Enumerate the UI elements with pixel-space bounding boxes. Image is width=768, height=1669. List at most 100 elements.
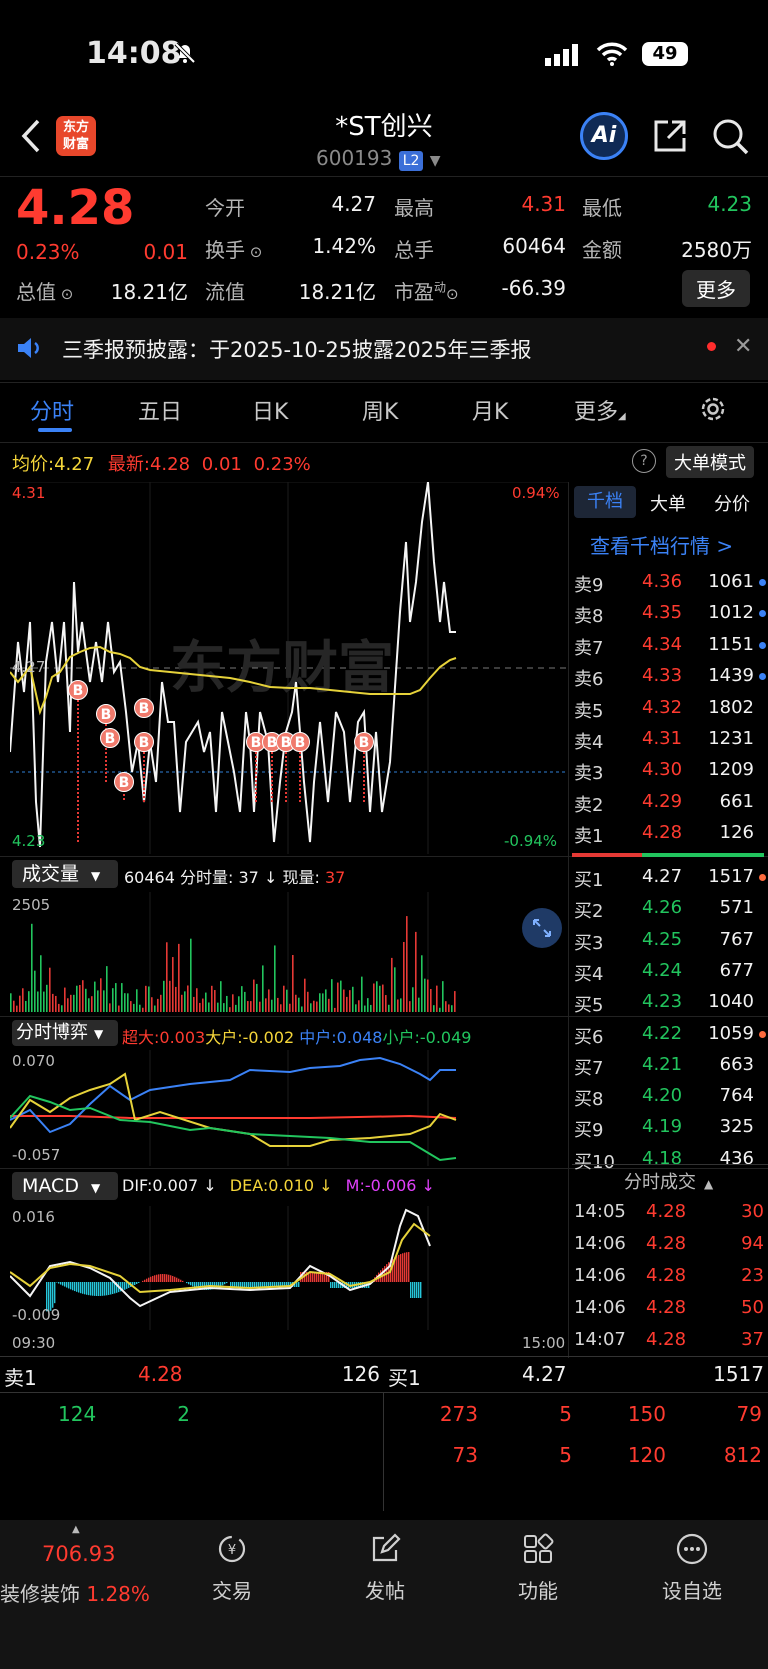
add-watchlist-nav[interactable]: 设自选 — [652, 1532, 732, 1604]
tab-monthly-k[interactable]: 月K — [472, 394, 508, 426]
settings-gear-icon[interactable] — [698, 394, 728, 428]
trade-nav[interactable]: ¥ 交易 — [202, 1532, 262, 1604]
macd-bar — [112, 1282, 114, 1295]
big-order-mode-button[interactable]: 大单模式 — [666, 446, 754, 478]
bid-row[interactable]: 买8 4.20 764 — [572, 1081, 768, 1112]
volume-bar — [184, 991, 186, 1012]
volume-bar — [175, 986, 177, 1012]
status-time: 14:08 — [86, 36, 182, 71]
macd-bar — [298, 1282, 300, 1287]
ask-row[interactable]: 卖2 4.29 661 — [572, 787, 768, 818]
tab-intraday[interactable]: 分时 — [30, 394, 74, 426]
ask-row[interactable]: 卖4 4.31 1231 — [572, 724, 768, 755]
ask-level: 卖4 — [574, 732, 604, 753]
macd-bar — [332, 1282, 334, 1288]
macd-indicator-select[interactable]: MACD ▼ — [12, 1172, 118, 1200]
bobi-axis-max: 0.070 — [12, 1052, 55, 1070]
trade-price: 4.28 — [646, 1297, 687, 1318]
bid-row[interactable]: 买1 4.27 1517 — [572, 862, 768, 893]
tab-five-day[interactable]: 五日 — [138, 394, 182, 426]
intraday-chart[interactable]: 东方财富 4.31 4.27 4.23 0.94% -0.94% B B B B… — [10, 482, 568, 854]
buy-signal-marker[interactable]: B — [134, 698, 154, 718]
ask-row[interactable]: 卖6 4.33 1439 — [572, 661, 768, 692]
volume-bar — [412, 987, 414, 1012]
volume-bar — [199, 1002, 201, 1012]
bid-row[interactable]: 买5 4.23 1040 — [572, 987, 768, 1018]
ask-row[interactable]: 卖5 4.32 1802 — [572, 693, 768, 724]
volume-bar — [139, 1004, 141, 1012]
volume-bar — [142, 1007, 144, 1012]
volume-bar — [118, 1005, 120, 1012]
volume-indicator-select[interactable]: 成交量 ▼ — [12, 860, 118, 888]
ai-assistant-button[interactable]: Ai — [580, 112, 628, 160]
buy-signal-marker[interactable]: B — [100, 728, 120, 748]
trade-price: 4.28 — [646, 1265, 687, 1286]
trades-title[interactable]: 分时成交 ▲ — [624, 1168, 713, 1194]
buy-queue-order: 273 — [439, 1402, 478, 1426]
volume-bar — [52, 993, 54, 1012]
bid-row[interactable]: 买4 4.24 677 — [572, 956, 768, 987]
tab-daily-k[interactable]: 日K — [252, 394, 288, 426]
macd-bar — [408, 1252, 410, 1282]
trade-time: 14:05 — [574, 1201, 626, 1222]
ask-row[interactable]: 卖3 4.30 1209 — [572, 755, 768, 786]
volume-bar — [319, 993, 321, 1012]
bobi-indicator-select[interactable]: 分时博弈 ▼ — [12, 1020, 118, 1046]
macd-bar — [166, 1274, 168, 1282]
battery-icon: 49 — [642, 42, 688, 66]
macd-bar — [176, 1277, 178, 1282]
volume-bar — [55, 995, 57, 1012]
tab-price-dist[interactable]: 分价 — [714, 490, 750, 516]
ask-row[interactable]: 卖7 4.34 1151 — [572, 630, 768, 661]
bid-row[interactable]: 买9 4.19 325 — [572, 1112, 768, 1143]
sector-index-value[interactable]: 706.93 — [42, 1542, 115, 1566]
volume-bar — [451, 1005, 453, 1012]
bid-row[interactable]: 买2 4.26 571 — [572, 893, 768, 924]
buy-signal-marker[interactable]: B — [134, 732, 154, 752]
volume-bar — [334, 1007, 336, 1012]
expand-icon[interactable] — [522, 908, 562, 948]
trade-volume: 30 — [741, 1201, 764, 1222]
ask-row[interactable]: 卖8 4.35 1012 — [572, 598, 768, 629]
sector-index-row[interactable]: 装修装饰 1.28% — [0, 1578, 150, 1607]
help-icon[interactable]: ? — [632, 449, 656, 473]
volume-bar — [289, 1003, 291, 1012]
macd-bar — [104, 1282, 106, 1296]
stock-code-row[interactable]: 600193 L2 ▼ — [316, 146, 441, 171]
close-icon[interactable]: ✕ — [734, 334, 752, 359]
volume-bar — [73, 994, 75, 1012]
macd-bar — [74, 1282, 76, 1292]
bid-row[interactable]: 买7 4.21 663 — [572, 1050, 768, 1081]
volume-bar — [70, 994, 72, 1012]
depth-link[interactable]: 查看千档行情 > — [590, 530, 733, 559]
volume-bar — [295, 994, 297, 1012]
tab-more[interactable]: 更多◢ — [574, 394, 626, 426]
bid-row[interactable]: 买6 4.22 1059 — [572, 1019, 768, 1050]
tab-weekly-k[interactable]: 周K — [362, 394, 398, 426]
ask-row[interactable]: 卖9 4.36 1061 — [572, 567, 768, 598]
buy-signal-marker[interactable]: B — [354, 732, 374, 752]
tab-depth[interactable]: 千档 — [574, 486, 636, 518]
macd-bar — [404, 1252, 406, 1282]
tab-big-orders[interactable]: 大单 — [650, 490, 686, 516]
post-nav[interactable]: 发帖 — [355, 1532, 415, 1604]
buy-signal-marker[interactable]: B — [68, 680, 88, 700]
high-label: 最高 — [394, 196, 434, 220]
ask-price: 4.32 — [642, 696, 683, 718]
share-icon[interactable] — [652, 118, 688, 158]
search-icon[interactable] — [712, 118, 750, 160]
buy-signal-marker[interactable]: B — [114, 772, 134, 792]
function-nav[interactable]: 功能 — [508, 1532, 568, 1604]
macd-bar — [154, 1275, 156, 1282]
buy-signal-marker[interactable]: B — [96, 704, 116, 724]
bid-row[interactable]: 买3 4.25 767 — [572, 925, 768, 956]
macd-bar — [54, 1282, 56, 1304]
macd-bar — [158, 1274, 160, 1282]
buy-signal-marker[interactable]: B — [290, 732, 310, 752]
volume-bar — [358, 1000, 360, 1012]
more-quote-button[interactable]: 更多 — [682, 270, 750, 307]
macd-bar — [100, 1282, 102, 1296]
volume-bar — [178, 943, 180, 1012]
ask-row[interactable]: 卖1 4.28 126 — [572, 818, 768, 849]
ask-level: 卖7 — [574, 637, 604, 659]
